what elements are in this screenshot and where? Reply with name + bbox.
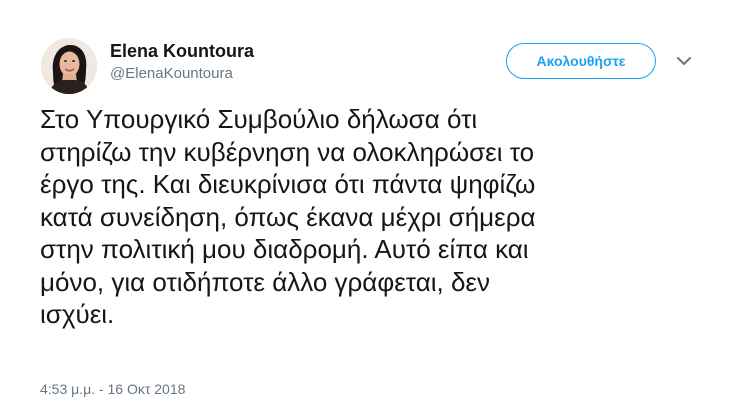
tweet-card: Elena Kountoura @ElenaKountoura Ακολουθή… [0,0,735,412]
profile-photo-icon [41,38,97,94]
avatar[interactable] [41,38,97,94]
tweet-text-line: κατά συνείδηση, όπως έκανα μέχρι σήμερα [40,201,536,232]
tweet-text-line: ισχύει. [40,299,115,329]
tweet-text-line: στην πολιτική μου διαδρομή. Αυτό είπα κα… [40,234,529,264]
tweet-text-line: στηρίζω την κυβέρνηση να ολοκληρώσει το [40,136,535,167]
tweet-timestamp[interactable]: 4:53 μ.μ. - 16 Οκτ 2018 [40,381,185,397]
author-handle[interactable]: @ElenaKountoura [110,65,233,82]
chevron-down-icon[interactable] [675,54,693,68]
author-name[interactable]: Elena Kountoura [110,41,254,62]
tweet-text: Στο Υπουργικό Συμβούλιο δήλωσα ότι στηρί… [40,103,700,331]
tweet-text-line: μόνο, για οτιδήποτε άλλο γράφεται, δεν [40,266,491,297]
follow-button[interactable]: Ακολουθήστε [506,43,656,79]
tweet-text-line: Στο Υπουργικό Συμβούλιο δήλωσα ότι [40,104,478,134]
tweet-text-line: έργο της. Και διευκρίνισα ότι πάντα ψηφί… [40,169,536,199]
